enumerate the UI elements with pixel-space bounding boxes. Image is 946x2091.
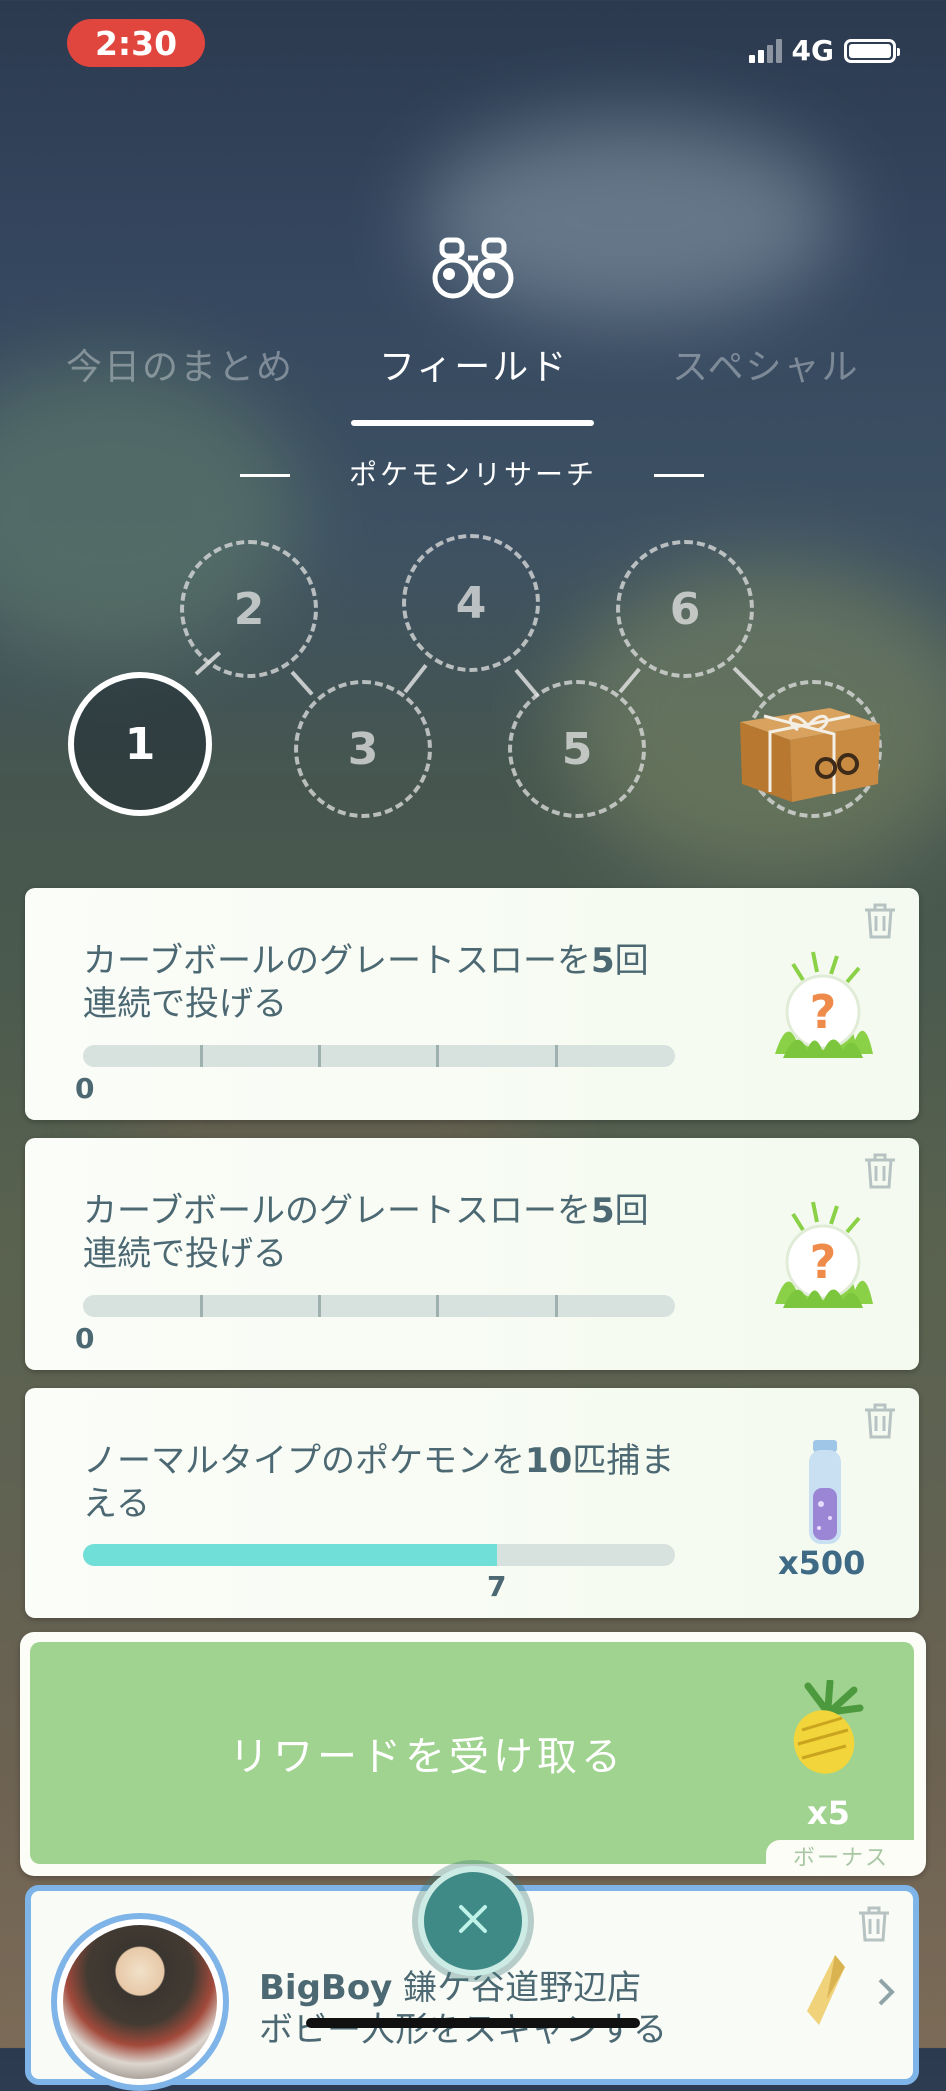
close-button[interactable] <box>418 1866 528 1976</box>
task-progress-bar <box>83 1544 675 1566</box>
stardust-icon <box>803 1438 847 1552</box>
research-task-card[interactable]: カーブボールのグレートスローを5回 連続で投げる 0 ? <box>25 888 919 1120</box>
close-icon <box>456 1902 490 1940</box>
home-indicator[interactable] <box>306 2018 640 2028</box>
step-4: 4 <box>402 534 540 672</box>
research-reward-box-icon[interactable] <box>730 686 890 810</box>
task-progress-bar <box>83 1295 675 1317</box>
binoculars-icon <box>432 236 514 308</box>
section-title: ポケモンリサーチ <box>348 458 597 491</box>
task-progress-value: 0 <box>75 1072 95 1105</box>
tab-special[interactable]: スペシャル <box>672 338 859 390</box>
trash-icon[interactable] <box>863 1402 897 1444</box>
trash-icon[interactable] <box>863 1152 897 1194</box>
claim-reward-button[interactable]: リワードを受け取る x5 <box>30 1642 914 1864</box>
connector <box>618 667 641 694</box>
task-description: カーブボールのグレートスローを5回 連続で投げる <box>83 1191 649 1274</box>
status-time: 2:30 <box>67 19 205 67</box>
tab-field[interactable]: フィールド <box>379 338 568 390</box>
chevron-right-icon[interactable] <box>877 1977 895 2011</box>
task-progress-bar <box>83 1045 675 1067</box>
claim-reward-quantity: x5 <box>807 1794 850 1832</box>
task-description: カーブボールのグレートスローを5回 連続で投げる <box>83 941 649 1024</box>
bonus-label: ボーナス <box>766 1840 916 1876</box>
mystery-encounter-icon: ? <box>763 1196 883 1320</box>
trash-icon[interactable] <box>863 902 897 944</box>
step-3: 3 <box>294 680 432 818</box>
step-6: 6 <box>616 540 754 678</box>
mystery-encounter-icon: ? <box>763 946 883 1070</box>
rare-candy-icon <box>801 1951 851 2035</box>
research-task-card[interactable]: ノーマルタイプのポケモンを10匹捕ま える 7 x500 <box>25 1388 919 1618</box>
step-5: 5 <box>508 680 646 818</box>
title-rule-right <box>654 474 704 477</box>
pinap-berry-icon <box>780 1678 870 1784</box>
svg-text:?: ? <box>810 985 837 1039</box>
tab-bar: 今日のまとめ フィールド スペシャル <box>0 338 946 388</box>
research-task-card[interactable]: カーブボールのグレートスローを5回 連続で投げる 0 ? <box>25 1138 919 1370</box>
trash-icon[interactable] <box>857 1905 891 1947</box>
task-progress-value: 7 <box>487 1570 507 1603</box>
avatar <box>51 1913 229 2091</box>
connector <box>290 670 314 696</box>
status-indicators: 4G <box>748 34 900 67</box>
svg-text:?: ? <box>810 1235 837 1289</box>
tab-summary[interactable]: 今日のまとめ <box>66 338 294 390</box>
step-2: 2 <box>180 540 318 678</box>
task-progress-value: 0 <box>75 1322 95 1355</box>
special-task-description: BigBoy 鎌ケ谷道野辺店 ボビー人形をスキャンする <box>259 1968 667 2050</box>
research-progress: 1 2 3 4 5 6 <box>0 534 946 840</box>
network-label: 4G <box>791 34 834 67</box>
reward-quantity: x500 <box>778 1544 866 1582</box>
signal-icon <box>748 38 782 63</box>
step-1: 1 <box>68 672 212 816</box>
battery-icon <box>844 38 900 63</box>
task-description: ノーマルタイプのポケモンを10匹捕ま える <box>83 1441 675 1524</box>
claim-reward-panel: リワードを受け取る x5 ボーナス <box>20 1632 926 1876</box>
active-tab-indicator <box>351 420 594 426</box>
connector <box>403 663 428 694</box>
